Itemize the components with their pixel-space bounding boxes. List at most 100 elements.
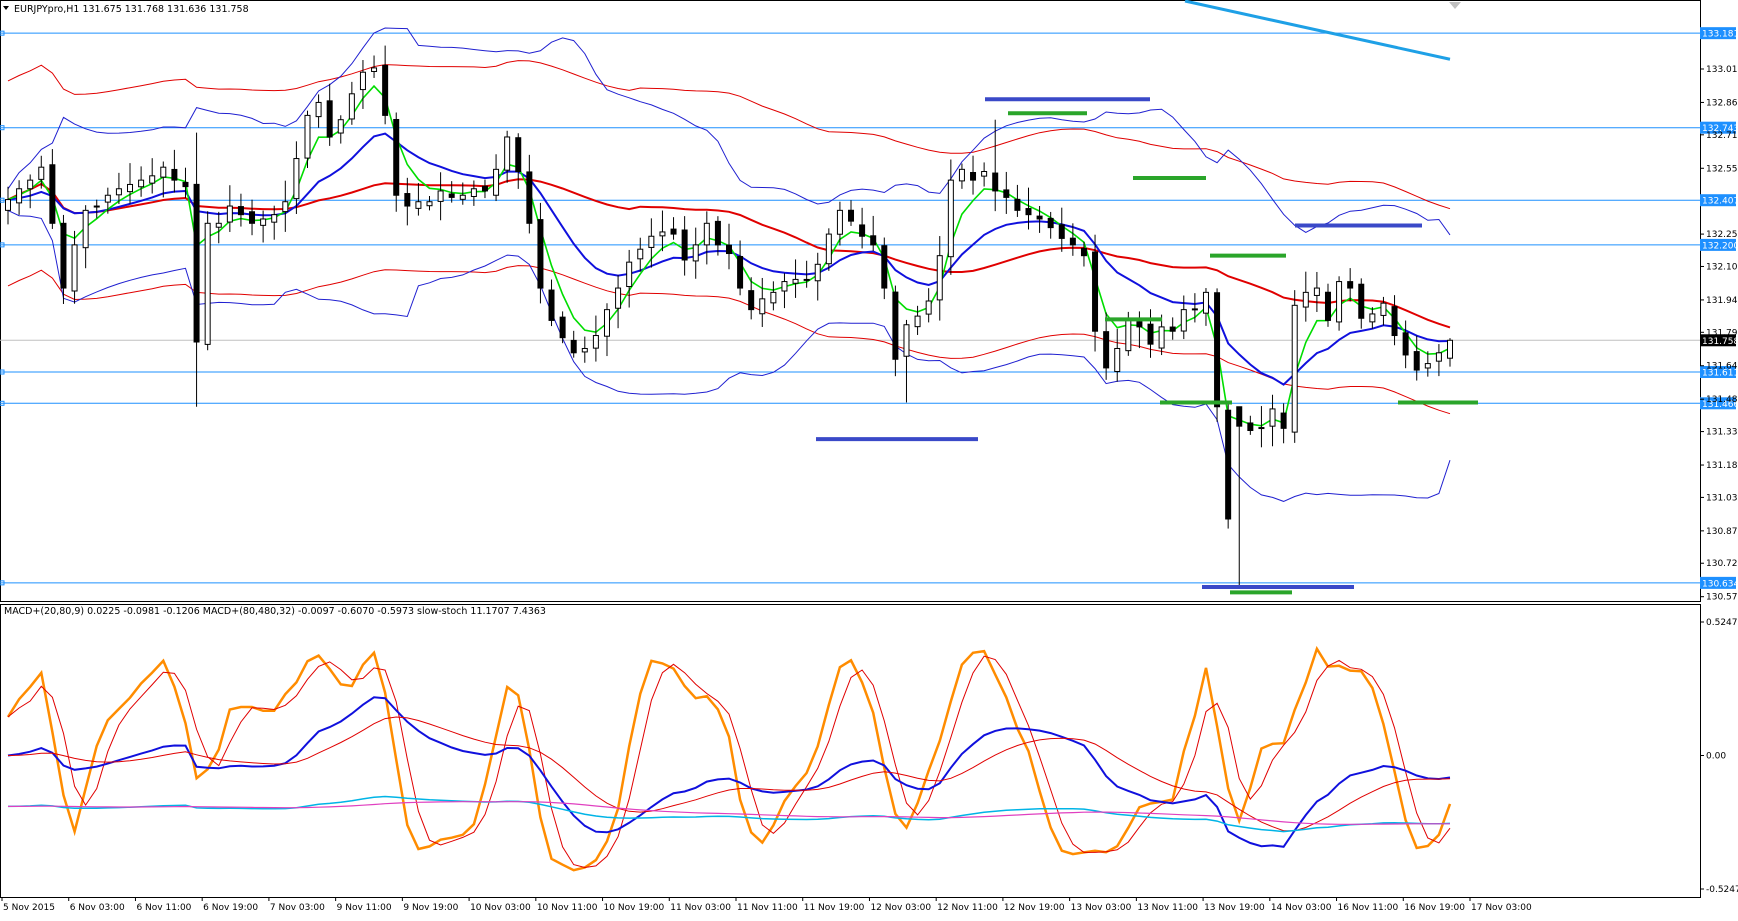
price-tick-label: 132.555 (1706, 164, 1738, 174)
price-tick-label: 131.945 (1706, 296, 1738, 306)
candle-down (848, 209, 855, 222)
candle-down (1358, 283, 1365, 319)
candle-up (16, 188, 23, 204)
candle-down (1169, 326, 1176, 332)
time-tick-label: 16 Nov 19:00 (1404, 903, 1465, 913)
main-chart-header: EURJPYpro,H1 131.675 131.768 131.636 131… (14, 4, 249, 15)
candle-down (382, 64, 389, 116)
price-tick-label: 131.485 (1706, 395, 1738, 405)
indicator-panel-border (0, 604, 1701, 898)
candle-up (803, 278, 810, 281)
candle-down (737, 256, 744, 289)
candle-up (692, 244, 699, 262)
candle-down (1247, 422, 1254, 431)
candle-up (138, 179, 145, 188)
time-tick-label: 14 Nov 03:00 (1271, 903, 1332, 913)
time-tick-label: 10 Nov 03:00 (470, 903, 531, 913)
candle-up (71, 244, 78, 292)
candle-up (1180, 309, 1187, 332)
candle-down (670, 228, 677, 235)
candle-up (115, 188, 122, 196)
price-tick-label: 132.100 (1706, 262, 1738, 272)
candle-down (537, 219, 544, 289)
candle-down (1413, 351, 1420, 371)
candle-up (903, 324, 910, 357)
candle-down (393, 118, 400, 196)
candle-up (1158, 326, 1165, 349)
time-tick-label: 17 Nov 03:00 (1471, 903, 1532, 913)
time-tick-label: 10 Nov 11:00 (537, 903, 598, 913)
time-tick-label: 9 Nov 19:00 (403, 903, 458, 913)
shift-marker-icon (1449, 2, 1461, 9)
candle-down (1236, 406, 1243, 427)
candles (5, 45, 1453, 586)
candle-up (415, 201, 422, 209)
level-price-label: 133.181 (1702, 30, 1738, 40)
indicator-panel: 0.5247 0.00 -0.5247 (6, 618, 1738, 895)
price-tick-label: 130.725 (1706, 559, 1738, 569)
price-tick-label: 133.015 (1706, 65, 1738, 75)
candle-down (404, 193, 411, 207)
candle-down (1136, 321, 1143, 328)
candle-down (548, 289, 555, 321)
candle-up (315, 101, 322, 118)
candle-down (1014, 198, 1021, 211)
time-tick-label: 12 Nov 03:00 (870, 903, 931, 913)
candle-up (615, 287, 622, 309)
candle-down (526, 171, 533, 224)
candle-down (60, 222, 67, 289)
time-tick-label: 11 Nov 19:00 (804, 903, 865, 913)
candle-up (703, 222, 710, 246)
candle-down (1092, 251, 1099, 332)
candle-up (1269, 408, 1276, 427)
price-tick-label: 131.640 (1706, 362, 1738, 372)
trend-line (1184, 0, 1451, 61)
candle-down (1103, 331, 1110, 369)
candle-up (936, 255, 943, 301)
candle-down (49, 164, 56, 224)
candle-down (193, 183, 200, 343)
chart-canvas: 133.181132.743132.407132.200131.611131.4… (0, 0, 1738, 913)
candle-up (437, 190, 444, 202)
candle-up (1125, 319, 1132, 352)
time-tick-label: 11 Nov 03:00 (670, 903, 731, 913)
candle-up (82, 209, 89, 249)
candle-up (1302, 291, 1309, 308)
chart-menu-triangle-icon[interactable] (3, 6, 9, 10)
candle-up (648, 235, 655, 248)
candle-up (1313, 287, 1320, 296)
marker-lines (816, 97, 1478, 595)
time-tick-label: 5 Nov 2015 (3, 903, 55, 913)
candle-up (215, 222, 222, 228)
time-tick-label: 12 Nov 19:00 (1004, 903, 1065, 913)
candle-up (160, 166, 167, 178)
macd-fast-line (7, 696, 1451, 848)
time-tick-label: 6 Nov 03:00 (70, 903, 125, 913)
time-tick-label: 11 Nov 11:00 (737, 903, 798, 913)
candle-down (1080, 247, 1087, 257)
trading-chart: 133.181 132.743 132.407 132.200 131.611 131.4… (0, 0, 1738, 917)
indicator-tick-label: 0.5247 (1706, 618, 1738, 628)
time-tick-label: 13 Nov 19:00 (1204, 903, 1265, 913)
envelope-lower-line (7, 265, 1451, 415)
candle-up (1424, 363, 1431, 369)
candle-up (914, 315, 921, 328)
price-tick-label: 131.795 (1706, 328, 1738, 338)
candle-up (1380, 302, 1387, 316)
candle-up (271, 214, 278, 223)
candle-down (326, 100, 333, 138)
candle-up (770, 291, 777, 304)
candle-down (1147, 323, 1154, 345)
price-tick-label: 131.180 (1706, 461, 1738, 471)
candle-up (1435, 352, 1442, 362)
candle-up (304, 114, 311, 159)
candle-down (570, 339, 577, 354)
candle-up (493, 168, 500, 196)
candle-down (171, 168, 178, 181)
envelope-upper-line (7, 60, 1451, 210)
candle-down (1003, 189, 1010, 198)
candle-down (1036, 215, 1043, 220)
candle-down (970, 172, 977, 181)
candle-up (947, 179, 954, 258)
candle-down (1258, 427, 1265, 430)
